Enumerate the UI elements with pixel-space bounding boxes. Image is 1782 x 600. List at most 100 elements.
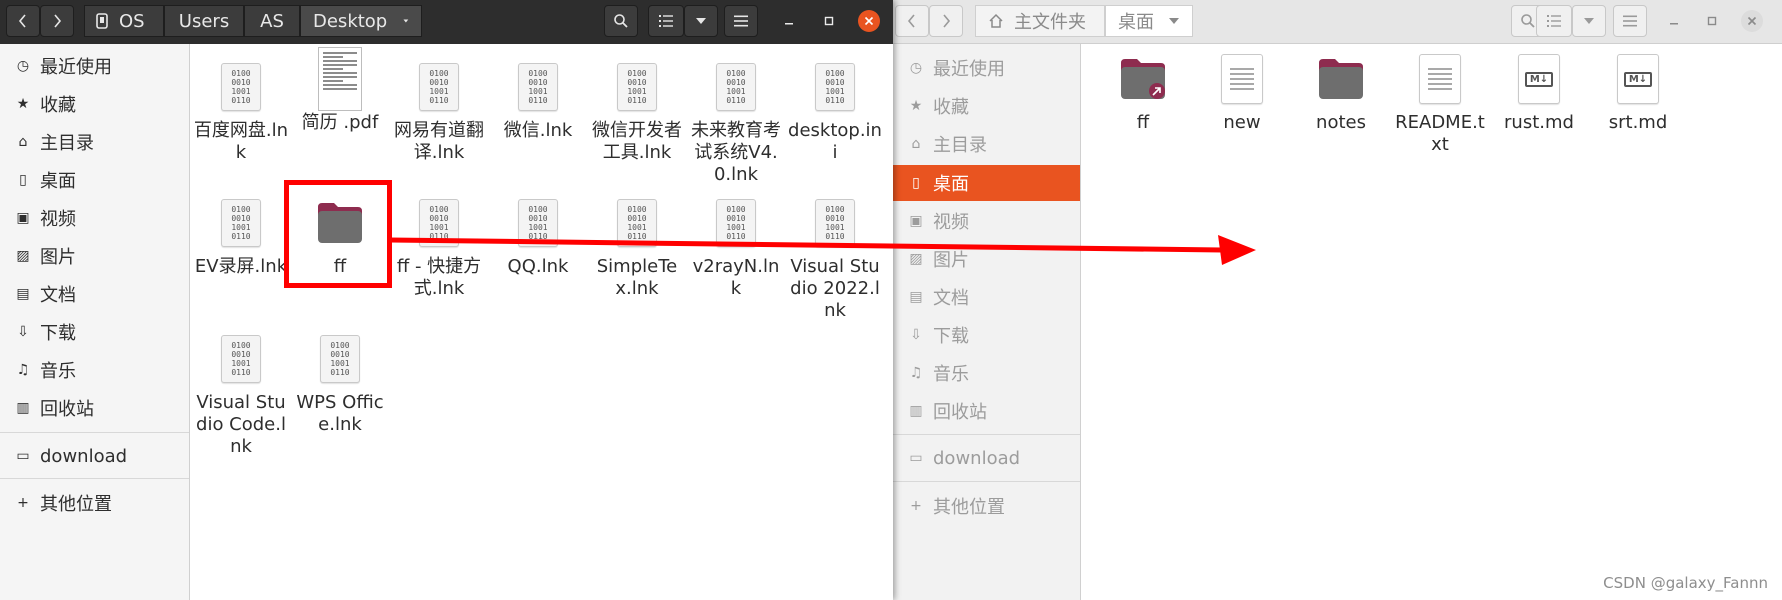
menu-button[interactable]: [724, 5, 758, 37]
sidebar-item-item-11[interactable]: + 其他位置: [893, 488, 1080, 524]
file-item[interactable]: M↓ rust.md: [1491, 50, 1587, 134]
file-item[interactable]: README.txt: [1392, 50, 1488, 156]
binary-file-icon: 0100 0010 1001 0110: [617, 199, 657, 247]
file-icon-wrap: [1118, 50, 1168, 108]
folder-icon: ▭: [909, 450, 923, 466]
binary-file-icon: 0100 0010 1001 0110: [320, 335, 360, 383]
search-button[interactable]: [604, 5, 638, 37]
back-button[interactable]: [6, 5, 40, 37]
sidebar-item-label: 收藏: [40, 95, 76, 116]
file-item[interactable]: notes: [1293, 50, 1389, 134]
sidebar-item-item-9[interactable]: ▥ 回收站: [893, 393, 1080, 429]
file-icon-wrap: 0100 0010 1001 0110: [414, 194, 464, 252]
file-item[interactable]: 简历 .pdf: [292, 47, 388, 134]
sidebar-item-item-1[interactable]: ★ 收藏: [893, 88, 1080, 124]
sidebar-item-item-0[interactable]: ◷ 最近使用: [893, 50, 1080, 86]
sidebar-item-item-5[interactable]: ▨ 图片: [893, 241, 1080, 277]
sidebar-item-download[interactable]: ▭ download: [893, 440, 1080, 476]
menu-button[interactable]: [1613, 5, 1647, 37]
file-item[interactable]: 0100 0010 1001 0110 微信开发者工具.lnk: [589, 58, 685, 164]
sidebar-item-item-4[interactable]: ▣ 视频: [0, 200, 189, 236]
file-name: srt.md: [1608, 112, 1668, 133]
file-item[interactable]: 0100 0010 1001 0110 desktop.ini: [787, 58, 883, 164]
binary-file-icon: 0100 0010 1001 0110: [518, 199, 558, 247]
file-icon-wrap: [1316, 50, 1366, 108]
caret-down-icon: [696, 18, 706, 24]
sidebar-item-item-9[interactable]: ▥ 回收站: [0, 390, 189, 426]
forward-button[interactable]: [40, 5, 74, 37]
forward-button[interactable]: [929, 5, 963, 37]
file-item[interactable]: 0100 0010 1001 0110 SimpleTex.lnk: [589, 194, 685, 300]
breadcrumb-item-desktop[interactable]: Desktop: [300, 5, 422, 37]
file-item[interactable]: 0100 0010 1001 0110 WPS Office.lnk: [292, 330, 388, 436]
breadcrumb-root[interactable]: OS: [84, 5, 164, 37]
search-icon: [614, 14, 628, 28]
sidebar-item-item-4[interactable]: ▣ 视频: [893, 203, 1080, 239]
sidebar-item-item-7[interactable]: ⇩ 下载: [893, 317, 1080, 353]
maximize-button[interactable]: [818, 10, 840, 32]
close-button[interactable]: [1741, 10, 1763, 32]
breadcrumb-item-users[interactable]: Users: [164, 5, 244, 37]
sidebar-item-item-6[interactable]: ▤ 文档: [0, 276, 189, 312]
sidebar-item-item-8[interactable]: ♫ 音乐: [893, 355, 1080, 391]
file-name: rust.md: [1504, 112, 1574, 133]
sidebar-item-item-3[interactable]: ▯ 桌面: [0, 162, 189, 198]
file-item[interactable]: 0100 0010 1001 0110 Visual Studio 2022.lnk: [787, 194, 883, 322]
file-name: ff - 快捷方式.lnk: [396, 256, 482, 299]
file-item[interactable]: M↓ srt.md: [1590, 50, 1686, 134]
trash-icon: ▥: [909, 403, 923, 419]
binary-file-icon: 0100 0010 1001 0110: [716, 199, 756, 247]
view-options-button[interactable]: [1572, 5, 1606, 37]
sidebar-item-item-11[interactable]: + 其他位置: [0, 485, 189, 521]
file-item[interactable]: 0100 0010 1001 0110 微信.lnk: [490, 58, 586, 142]
sidebar-item-item-5[interactable]: ▨ 图片: [0, 238, 189, 274]
list-view-icon: [659, 15, 673, 27]
close-button[interactable]: [858, 10, 880, 32]
file-item[interactable]: 0100 0010 1001 0110 ff - 快捷方式.lnk: [391, 194, 487, 300]
drive-icon: [96, 13, 108, 29]
file-item[interactable]: 0100 0010 1001 0110 百度网盘.lnk: [193, 58, 289, 164]
file-icon-wrap: 0100 0010 1001 0110: [810, 194, 860, 252]
folder-icon: ▭: [16, 448, 30, 464]
sidebar-item-item-2[interactable]: ⌂ 主目录: [0, 124, 189, 160]
file-item[interactable]: 0100 0010 1001 0110 v2rayN.lnk: [688, 194, 784, 300]
star-icon: ★: [16, 96, 30, 112]
file-item[interactable]: 0100 0010 1001 0110 Visual Studio Code.lnk: [193, 330, 289, 458]
breadcrumb-item-as[interactable]: AS: [244, 5, 300, 37]
sidebar-item-item-8[interactable]: ♫ 音乐: [0, 352, 189, 388]
sidebar-divider: [893, 434, 1080, 435]
clock-icon: ◷: [909, 60, 923, 76]
chevron-left-icon: [907, 14, 915, 28]
sidebar-item-item-6[interactable]: ▤ 文档: [893, 279, 1080, 315]
view-list-button[interactable]: [648, 5, 684, 37]
minimize-button[interactable]: [778, 10, 800, 32]
sidebar-item-item-0[interactable]: ◷ 最近使用: [0, 48, 189, 84]
sidebar-divider: [893, 481, 1080, 482]
view-list-button[interactable]: [1536, 5, 1572, 37]
view-options-button[interactable]: [684, 5, 718, 37]
file-item[interactable]: new: [1194, 50, 1290, 134]
sidebar-item-item-1[interactable]: ★ 收藏: [0, 86, 189, 122]
sidebar-item-label: 文档: [933, 288, 969, 309]
breadcrumb-item-desktop[interactable]: 桌面: [1105, 5, 1193, 37]
binary-file-icon: 0100 0010 1001 0110: [815, 63, 855, 111]
breadcrumb-home[interactable]: 主文件夹: [975, 5, 1105, 37]
file-name: 微信.lnk: [503, 120, 573, 141]
sidebar-item-item-7[interactable]: ⇩ 下载: [0, 314, 189, 350]
sidebar-item-label: download: [40, 445, 128, 467]
file-item[interactable]: 0100 0010 1001 0110 QQ.lnk: [490, 194, 586, 278]
breadcrumb-label: 桌面: [1118, 12, 1154, 33]
sidebar-item-item-2[interactable]: ⌂ 主目录: [893, 126, 1080, 162]
maximize-button[interactable]: [1701, 10, 1723, 32]
file-item[interactable]: 0100 0010 1001 0110 EV录屏.lnk: [193, 194, 289, 278]
sidebar-item-download[interactable]: ▭ download: [0, 438, 189, 474]
file-item[interactable]: 0100 0010 1001 0110 未来教育考试系统V4.0.lnk: [688, 58, 784, 186]
file-item[interactable]: 0100 0010 1001 0110 网易有道翻译.lnk: [391, 58, 487, 164]
file-item[interactable]: ff: [1095, 50, 1191, 134]
file-name: new: [1223, 112, 1261, 133]
back-button[interactable]: [895, 5, 929, 37]
file-name: SimpleTex.lnk: [596, 256, 678, 299]
sidebar-item-item-3[interactable]: ▯ 桌面: [893, 165, 1080, 201]
minimize-button[interactable]: [1663, 10, 1685, 32]
sidebar-item-label: 下载: [933, 326, 969, 347]
